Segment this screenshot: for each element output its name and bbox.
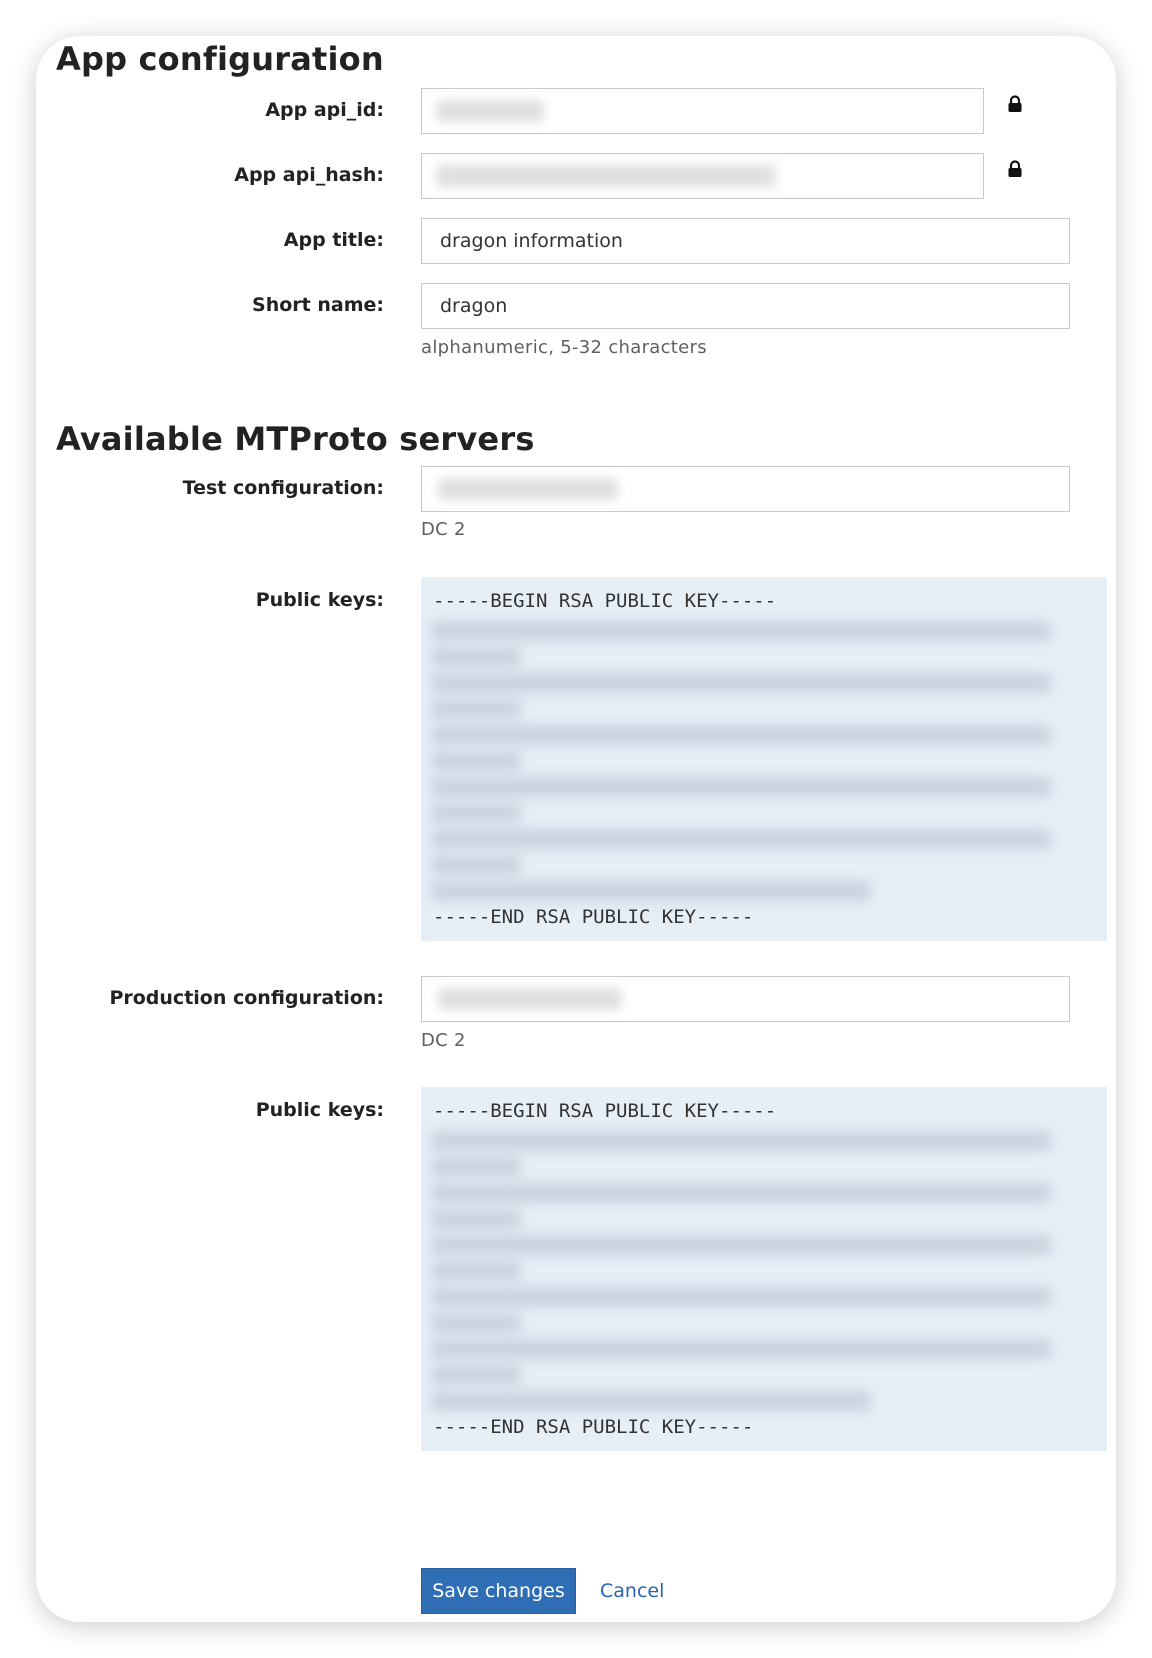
test-key-redacted-line xyxy=(431,621,1051,641)
test-key-redacted-line xyxy=(431,777,1051,797)
short-name-input[interactable]: dragon xyxy=(421,283,1070,329)
api-hash-label: App api_hash: xyxy=(234,164,384,186)
test-key-redacted-line xyxy=(431,751,521,771)
test-config-field[interactable] xyxy=(421,466,1070,512)
app-title-value: dragon information xyxy=(440,230,623,252)
save-changes-button[interactable]: Save changes xyxy=(421,1568,576,1614)
test-key-begin: -----BEGIN RSA PUBLIC KEY----- xyxy=(433,590,777,612)
production-dc-label: DC 2 xyxy=(421,1030,466,1051)
test-key-redacted-line xyxy=(431,881,871,901)
lock-icon xyxy=(1008,160,1022,177)
test-key-redacted-line xyxy=(431,699,521,719)
lock-icon xyxy=(1008,95,1022,112)
production-key-begin: -----BEGIN RSA PUBLIC KEY----- xyxy=(433,1100,777,1122)
short-name-label: Short name: xyxy=(252,294,384,316)
production-key-redacted-line xyxy=(431,1209,521,1229)
production-key-redacted-line xyxy=(431,1235,1051,1255)
test-key-end: -----END RSA PUBLIC KEY----- xyxy=(433,906,754,928)
test-key-redacted-line xyxy=(431,803,521,823)
test-public-keys-label: Public keys: xyxy=(255,589,384,611)
test-key-redacted-line xyxy=(431,673,1051,693)
production-config-redacted xyxy=(438,988,622,1010)
test-key-redacted-line xyxy=(431,647,521,667)
app-config-card: App configuration App api_id: App api_ha… xyxy=(36,36,1116,1622)
production-key-redacted-line xyxy=(431,1313,521,1333)
production-key-redacted-line xyxy=(431,1131,1051,1151)
test-config-label: Test configuration: xyxy=(182,477,384,499)
app-config-heading: App configuration xyxy=(56,40,384,78)
test-public-keys-box[interactable]: -----BEGIN RSA PUBLIC KEY----- -----END … xyxy=(421,577,1107,941)
short-name-hint: alphanumeric, 5-32 characters xyxy=(421,337,707,358)
short-name-value: dragon xyxy=(440,295,508,317)
servers-heading: Available MTProto servers xyxy=(56,420,535,458)
api-hash-field[interactable] xyxy=(421,153,984,199)
test-dc-label: DC 2 xyxy=(421,519,466,540)
cancel-link[interactable]: Cancel xyxy=(600,1568,664,1614)
production-public-keys-box[interactable]: -----BEGIN RSA PUBLIC KEY----- -----END … xyxy=(421,1087,1107,1451)
production-key-redacted-line xyxy=(431,1261,521,1281)
app-config-form: App configuration App api_id: App api_ha… xyxy=(36,36,1116,1622)
production-key-end: -----END RSA PUBLIC KEY----- xyxy=(433,1416,754,1438)
test-key-redacted-line xyxy=(431,855,521,875)
production-key-redacted-line xyxy=(431,1391,871,1411)
api-id-label: App api_id: xyxy=(265,99,384,121)
production-key-redacted-line xyxy=(431,1339,1051,1359)
production-key-redacted-line xyxy=(431,1365,521,1385)
production-config-field[interactable] xyxy=(421,976,1070,1022)
test-key-redacted-line xyxy=(431,829,1051,849)
production-config-label: Production configuration: xyxy=(109,987,384,1009)
production-key-redacted-line xyxy=(431,1157,521,1177)
app-title-input[interactable]: dragon information xyxy=(421,218,1070,264)
api-id-redacted xyxy=(436,100,544,122)
production-public-keys-label: Public keys: xyxy=(255,1099,384,1121)
test-key-redacted-line xyxy=(431,725,1051,745)
app-title-label: App title: xyxy=(283,229,384,251)
api-hash-redacted xyxy=(436,165,776,187)
test-config-redacted xyxy=(438,478,618,500)
api-id-field[interactable] xyxy=(421,88,984,134)
production-key-redacted-line xyxy=(431,1183,1051,1203)
production-key-redacted-line xyxy=(431,1287,1051,1307)
